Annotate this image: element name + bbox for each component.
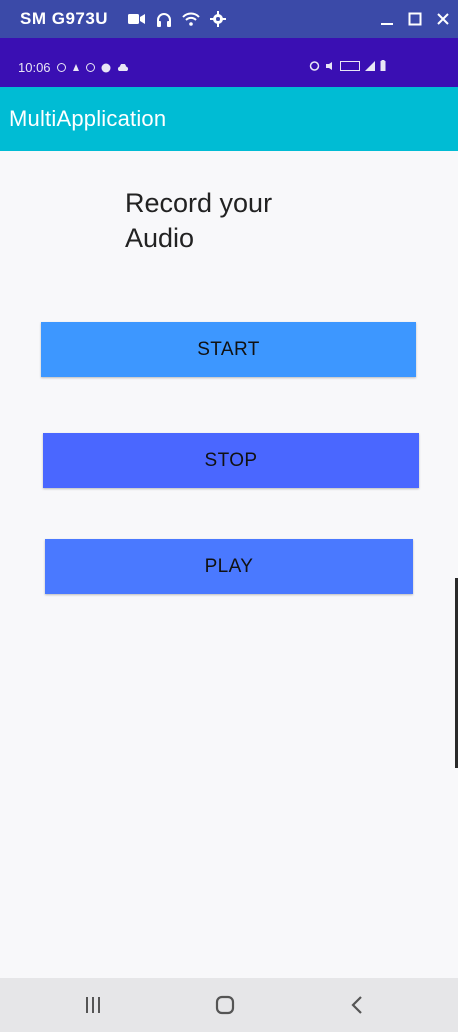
notification-icon: [72, 63, 80, 73]
signal-icon: [365, 60, 375, 71]
video-camera-icon[interactable]: [128, 12, 146, 26]
record-audio-heading: Record your Audio: [125, 188, 273, 253]
android-status-bar: 10:06: [0, 38, 458, 87]
host-status-icons: [128, 11, 227, 27]
app-title: MultiApplication: [9, 106, 167, 131]
mute-icon: [325, 61, 335, 71]
battery-icon: [380, 60, 386, 71]
mirror-window-title-bar: SM G973U: [0, 0, 458, 38]
wifi-calling-icon: [340, 60, 360, 71]
maximize-icon[interactable]: [408, 12, 422, 26]
chat-icon: [101, 63, 111, 73]
gear-icon[interactable]: [210, 11, 227, 27]
cloud-icon: [117, 63, 129, 72]
status-left-group: 10:06: [18, 60, 129, 75]
stop-button[interactable]: STOP: [43, 433, 419, 488]
whatsapp-icon: [56, 63, 66, 72]
minimize-icon[interactable]: [380, 12, 394, 26]
window-controls: [380, 0, 450, 38]
messenger-icon: [85, 63, 95, 72]
home-icon[interactable]: [205, 990, 245, 1020]
wifi-icon[interactable]: [182, 12, 200, 26]
device-name: SM G973U: [20, 9, 109, 28]
app-toolbar: MultiApplication: [0, 87, 458, 151]
alarm-icon: [309, 60, 320, 71]
close-icon[interactable]: [436, 12, 450, 26]
recent-apps-icon[interactable]: [73, 990, 113, 1020]
play-button[interactable]: PLAY: [45, 539, 413, 594]
status-time: 10:06: [18, 60, 51, 75]
status-right-group: [309, 60, 386, 71]
start-button[interactable]: START: [41, 322, 416, 377]
app-screen: SM G973U 10:06 MultiApplication Record y…: [0, 0, 458, 1032]
back-icon[interactable]: [337, 990, 377, 1020]
headphones-icon[interactable]: [156, 12, 172, 27]
android-navigation-bar: [0, 978, 458, 1032]
